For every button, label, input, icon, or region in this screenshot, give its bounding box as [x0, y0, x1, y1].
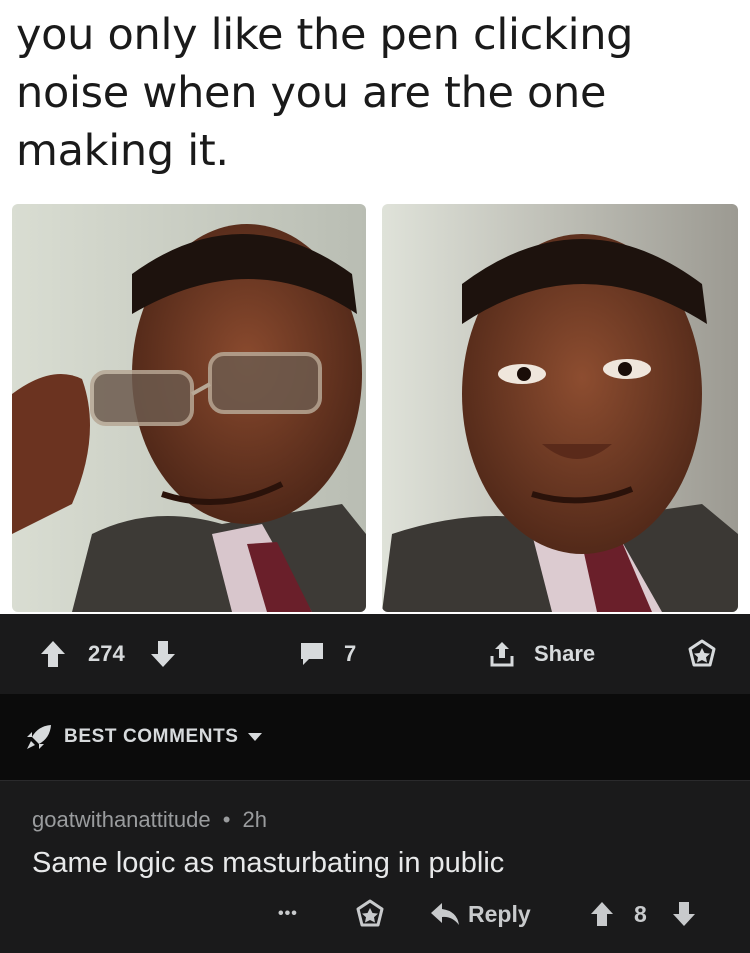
arrow-up-icon [591, 902, 613, 926]
meta-separator: • [222, 807, 231, 832]
comment-time: 2h [242, 807, 268, 832]
meme-photo-glasses-off [382, 204, 738, 612]
comment-count: 7 [344, 641, 357, 666]
caret-down-icon [247, 733, 262, 741]
meme-photo-glasses-on [12, 204, 366, 612]
meme-caption: you only like the pen clicking noise whe… [16, 10, 634, 176]
arrow-down-icon [673, 902, 695, 926]
comment-body: Same logic as masturbating in public [32, 847, 505, 879]
comment-downvote-button[interactable] [672, 887, 696, 941]
share-label: Share [534, 641, 596, 666]
upvote-count: 274 [88, 641, 125, 666]
sort-dropdown[interactable]: BEST COMMENTS [24, 694, 263, 780]
comment-bubble-icon [301, 643, 323, 665]
comment-sort-bar: BEST COMMENTS [0, 694, 750, 780]
post-action-bar: 274 7 Share [0, 614, 750, 694]
comment-score: 8 [634, 900, 647, 927]
comment: goatwithanattitude • 2h Same logic as ma… [0, 780, 750, 953]
comments-button[interactable]: 7 [298, 614, 356, 694]
comment-award-button[interactable] [354, 887, 386, 941]
award-icon [356, 899, 384, 927]
sort-label: BEST COMMENTS [64, 726, 239, 747]
downvote-button[interactable] [150, 614, 176, 694]
arrow-up-icon [41, 641, 65, 667]
comment-author[interactable]: goatwithanattitude [32, 807, 211, 832]
meme-image[interactable]: you only like the pen clicking noise whe… [0, 0, 750, 614]
rocket-icon [27, 725, 51, 749]
upvote-button[interactable] [40, 614, 66, 694]
reply-button[interactable]: Reply [430, 887, 531, 941]
reply-arrow-icon [431, 903, 459, 925]
comment-upvote-button[interactable] [590, 887, 614, 941]
reply-label: Reply [468, 900, 531, 927]
award-icon [688, 639, 716, 667]
share-button[interactable]: Share [488, 614, 595, 694]
share-icon [490, 642, 514, 667]
arrow-down-icon [151, 641, 175, 667]
comment-meta: goatwithanattitude • 2h [32, 807, 267, 833]
more-options-button[interactable]: ••• [278, 887, 298, 941]
award-button[interactable] [686, 614, 718, 694]
